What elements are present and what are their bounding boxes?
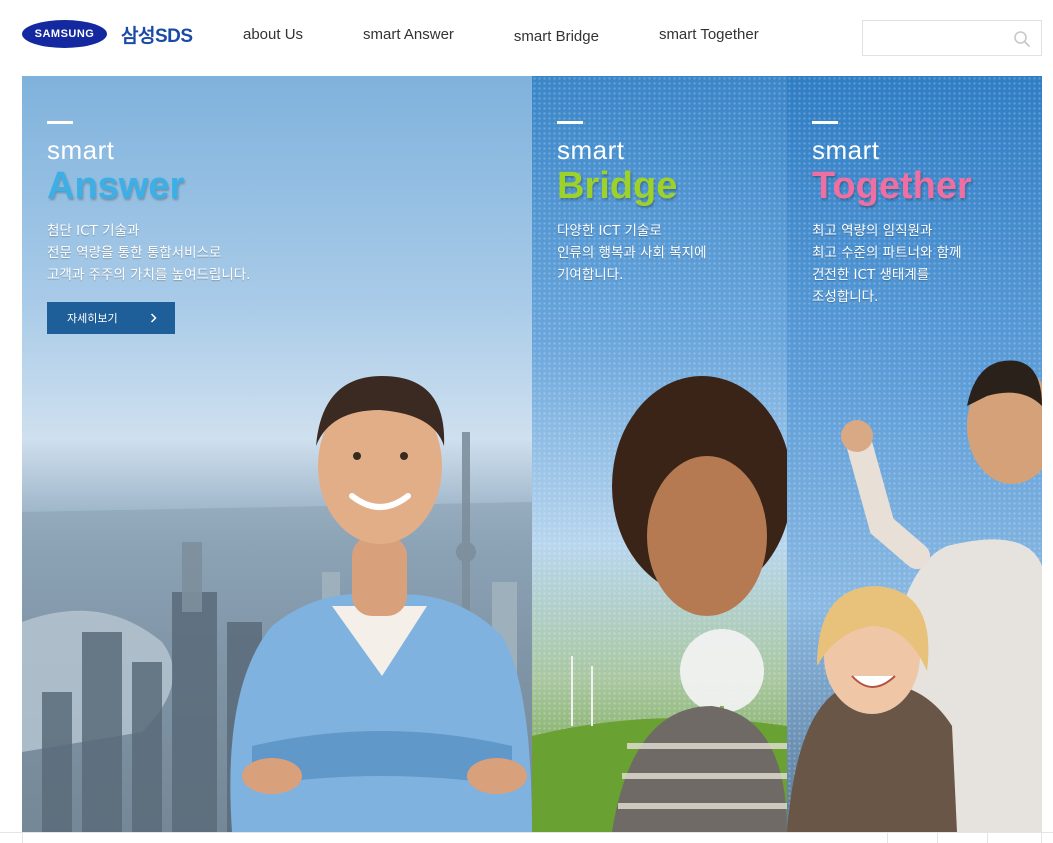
nav-smart-answer[interactable]: smart Answer: [363, 26, 454, 45]
footer-divider-segment: [937, 832, 938, 843]
nav-smart-together[interactable]: smart Together: [659, 26, 759, 45]
search-input[interactable]: [863, 21, 1003, 55]
answer-description: 첨단 ICT 기술과 전문 역량을 통한 통합서비스로 고객과 주주의 가치를 …: [47, 223, 251, 283]
footer-divider: [0, 832, 1053, 843]
panel-smart-together[interactable]: smart Together 최고 역량의 임직원과 최고 수준의 파트너와 함…: [787, 76, 1042, 832]
samsung-sds-wordmark[interactable]: 삼성SDS: [121, 21, 193, 48]
bridge-description: 다양한 ICT 기술로 인류의 행복과 사회 복지에 기여합니다.: [557, 223, 707, 283]
panel-smart-bridge[interactable]: smart Bridge 다양한 ICT 기술로 인류의 행복과 사회 복지에 …: [532, 76, 787, 832]
nav-smart-bridge[interactable]: smart Bridge: [514, 28, 599, 45]
bridge-copy: smart Bridge 다양한 ICT 기술로 인류의 행복과 사회 복지에 …: [557, 121, 707, 286]
more-details-label: 자세히보기: [67, 312, 118, 325]
footer-divider-segment: [1041, 832, 1042, 843]
samsung-logo[interactable]: SAMSUNG: [22, 20, 107, 48]
title-rule: [557, 121, 583, 124]
panel-smart-answer[interactable]: smart Answer 첨단 ICT 기술과 전문 역량을 통한 통합서비스로…: [22, 76, 532, 832]
site-header: SAMSUNG 삼성SDS about Us smart Answer smar…: [0, 0, 1053, 76]
title-rule: [47, 121, 73, 124]
answer-kicker: smart: [47, 135, 115, 165]
child-with-dandelion-image: [532, 376, 787, 832]
cheering-people-image: [787, 360, 1042, 832]
together-title: Together: [812, 165, 972, 207]
nav-about-us[interactable]: about Us: [243, 26, 303, 45]
footer-divider-segment: [22, 832, 23, 843]
footer-divider-segment: [987, 832, 988, 843]
together-kicker: smart: [812, 135, 880, 165]
main-nav: about Us smart Answer smart Bridge smart…: [243, 26, 819, 45]
more-details-button[interactable]: 자세히보기: [47, 302, 175, 334]
chevron-right-icon: [150, 313, 157, 323]
search-box: [862, 20, 1042, 56]
bridge-title: Bridge: [557, 165, 678, 207]
footer-divider-segment: [887, 832, 888, 843]
answer-title: Answer: [47, 165, 185, 207]
logo[interactable]: SAMSUNG 삼성SDS: [22, 20, 193, 48]
title-rule: [812, 121, 838, 124]
man-portrait-image: [230, 376, 532, 832]
search-icon[interactable]: [1013, 30, 1031, 48]
hero-banner: smart Answer 첨단 ICT 기술과 전문 역량을 통한 통합서비스로…: [22, 76, 1042, 832]
together-description: 최고 역량의 임직원과 최고 수준의 파트너와 함께 건전한 ICT 생태계를 …: [812, 223, 962, 305]
together-copy: smart Together 최고 역량의 임직원과 최고 수준의 파트너와 함…: [812, 121, 972, 308]
answer-copy: smart Answer 첨단 ICT 기술과 전문 역량을 통한 통합서비스로…: [47, 121, 250, 334]
bridge-kicker: smart: [557, 135, 625, 165]
